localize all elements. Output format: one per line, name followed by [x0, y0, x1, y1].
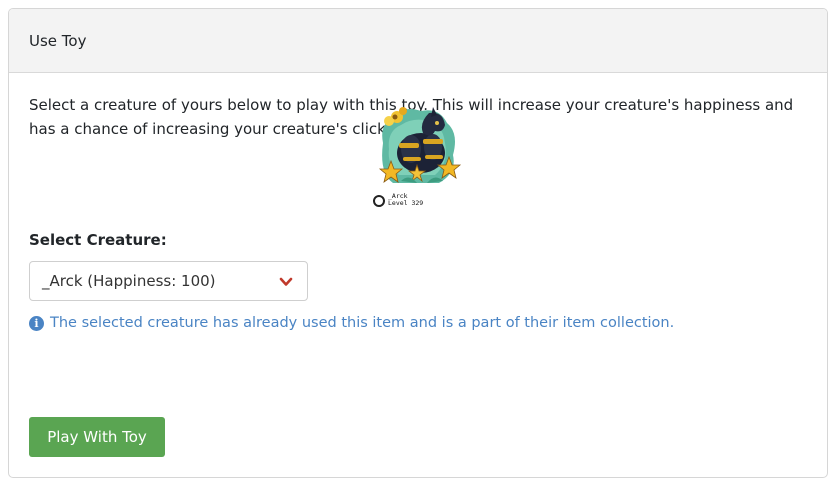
select-creature-label: Select Creature:	[29, 231, 167, 249]
info-circle-icon: i	[29, 315, 44, 331]
use-toy-card: Use Toy Select a creature of yours below…	[8, 8, 828, 478]
info-message: i The selected creature has already used…	[29, 315, 674, 331]
creature-tag-text: _Arck Level 329	[388, 193, 423, 207]
creature-select[interactable]: _Arck (Happiness: 100)	[29, 261, 308, 301]
creature-level: Level 329	[388, 199, 424, 207]
chevron-down-icon	[279, 277, 293, 286]
creature-select-value: _Arck (Happiness: 100)	[42, 272, 216, 290]
creature-radio[interactable]	[373, 195, 385, 207]
card-title: Use Toy	[29, 31, 87, 50]
card-header: Use Toy	[9, 9, 827, 73]
creature-preview[interactable]: _Arck Level 329	[373, 103, 465, 211]
creature-sprite	[378, 107, 462, 183]
play-with-toy-button[interactable]: Play With Toy	[29, 417, 165, 457]
info-text: The selected creature has already used t…	[50, 315, 675, 331]
creature-tag: _Arck Level 329	[373, 193, 423, 207]
